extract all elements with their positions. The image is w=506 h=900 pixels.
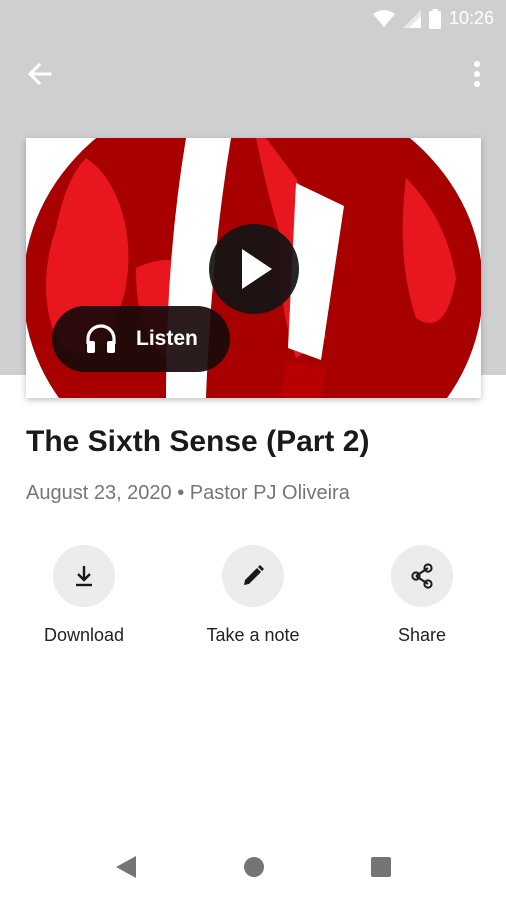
pencil-icon	[244, 565, 264, 585]
signal-icon	[402, 9, 421, 28]
sermon-artwork: Listen	[26, 138, 481, 398]
status-time: 10:26	[448, 8, 494, 28]
nav-home-button[interactable]	[242, 854, 266, 885]
nav-home-icon	[244, 857, 264, 877]
listen-button[interactable]: Listen	[52, 306, 230, 372]
sermon-meta: August 23, 2020 • Pastor PJ Oliveira	[26, 482, 350, 504]
nav-back-icon	[116, 856, 136, 878]
download-circle	[53, 545, 115, 607]
share-label: Share	[397, 625, 447, 645]
take-a-note-button[interactable]: Take a note	[183, 545, 323, 646]
headphones-icon	[86, 324, 116, 353]
more-options-button[interactable]	[464, 56, 490, 92]
download-label: Download	[43, 625, 125, 645]
status-icons: 10:26	[372, 8, 494, 29]
take-a-note-circle	[222, 545, 284, 607]
more-vert-icon	[474, 61, 480, 87]
share-icon	[411, 563, 433, 589]
take-a-note-label: Take a note	[206, 625, 300, 645]
back-button[interactable]	[22, 56, 58, 92]
listen-label: Listen	[136, 327, 198, 350]
nav-back-button[interactable]	[114, 854, 138, 885]
wifi-icon	[372, 9, 395, 27]
status-bar: 10:26	[0, 0, 506, 38]
nav-recents-icon	[371, 857, 391, 877]
battery-icon	[428, 8, 441, 29]
download-icon	[76, 566, 92, 587]
sermon-title: The Sixth Sense (Part 2)	[26, 425, 370, 458]
download-button[interactable]: Download	[14, 545, 154, 646]
play-button[interactable]	[209, 224, 299, 314]
share-button[interactable]: Share	[352, 545, 492, 646]
share-circle	[391, 545, 453, 607]
nav-recents-button[interactable]	[369, 854, 393, 885]
play-icon	[242, 249, 272, 289]
arrow-back-icon	[27, 62, 52, 86]
system-nav-bar	[0, 840, 506, 900]
